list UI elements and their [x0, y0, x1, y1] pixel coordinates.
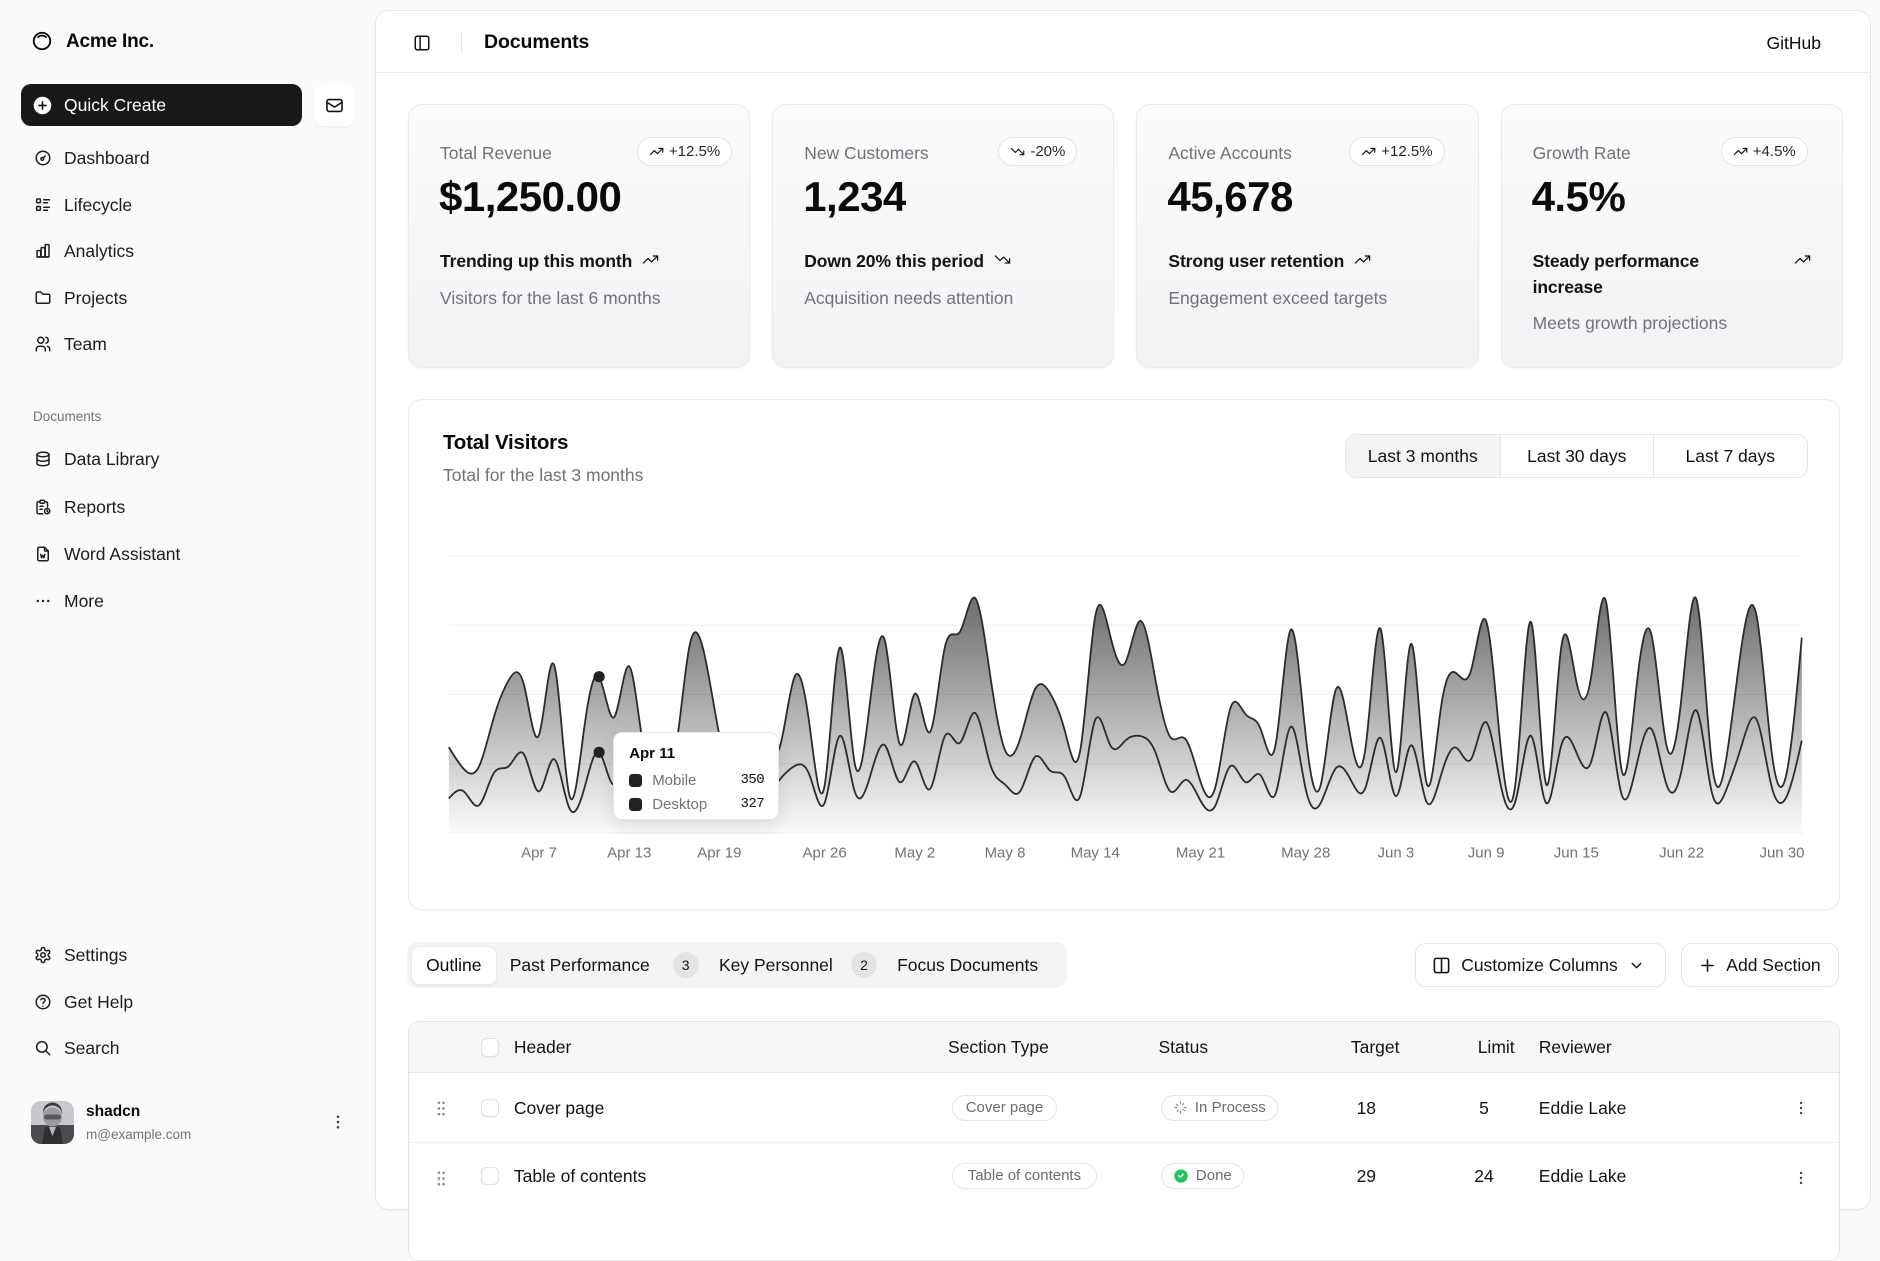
svg-text:Jun 3: Jun 3	[1378, 845, 1415, 862]
svg-text:Jun 15: Jun 15	[1554, 845, 1599, 862]
svg-text:May 2: May 2	[894, 845, 935, 862]
svg-text:Apr 7: Apr 7	[521, 845, 557, 862]
svg-text:Jun 9: Jun 9	[1468, 845, 1505, 862]
svg-text:May 21: May 21	[1176, 845, 1225, 862]
svg-text:May 28: May 28	[1281, 845, 1330, 862]
svg-text:May 14: May 14	[1071, 845, 1120, 862]
svg-text:Apr 13: Apr 13	[607, 845, 651, 862]
svg-text:Apr 19: Apr 19	[697, 845, 741, 862]
svg-text:May 8: May 8	[985, 845, 1026, 862]
svg-text:Apr 26: Apr 26	[802, 845, 846, 862]
svg-text:Jun 22: Jun 22	[1659, 845, 1704, 862]
svg-text:Jun 30: Jun 30	[1759, 845, 1804, 862]
